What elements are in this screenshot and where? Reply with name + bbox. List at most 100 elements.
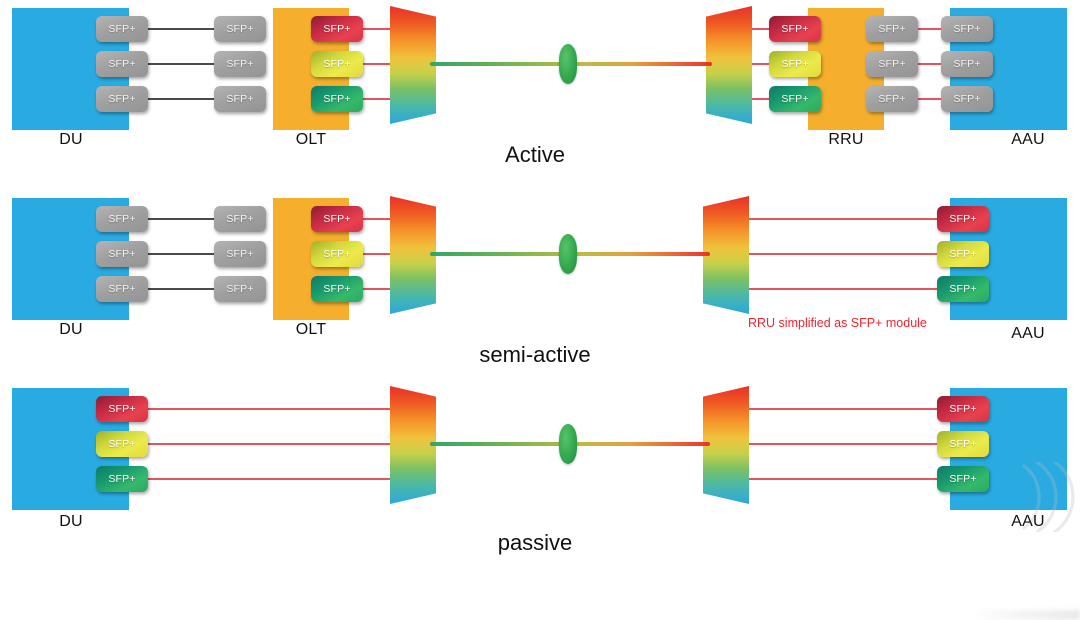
wire-du-olt-semi-1 [148,218,214,220]
sfp-label: SFP+ [226,93,254,105]
sfp-label: SFP+ [323,248,351,260]
sfp-olt-gray-semi-3[interactable]: SFP+ [214,276,266,302]
sfp-label: SFP+ [108,58,136,70]
sfp-aau-colored-passive-yellow[interactable]: SFP+ [937,431,989,457]
sfp-label: SFP+ [323,93,351,105]
sfp-du-port-semi-3[interactable]: SFP+ [96,276,148,302]
row-active: SFP+ SFP+ SFP+ SFP+ SFP+ SFP+ SFP+ SFP+ … [0,0,1080,180]
sfp-rru-gray-2[interactable]: SFP+ [866,51,918,77]
wire-rru-aau-1 [918,28,942,30]
sfp-label: SFP+ [226,23,254,35]
sfp-label: SFP+ [949,403,977,415]
sfp-aau-colored-passive-red[interactable]: SFP+ [937,396,989,422]
sfp-label: SFP+ [949,283,977,295]
sfp-olt-colored-green[interactable]: SFP+ [311,86,363,112]
fiber-spool-active [559,44,577,84]
sfp-label: SFP+ [878,58,906,70]
sfp-label: SFP+ [226,248,254,260]
wire-mux-aau-semi-2 [740,253,940,255]
sfp-label: SFP+ [781,58,809,70]
wdm-mux-right-active [706,6,752,124]
label-aau-semi: AAU [1011,325,1045,342]
wdm-mux-left-active [390,6,436,124]
sfp-rru-colored-red[interactable]: SFP+ [769,16,821,42]
wire-du-olt-semi-3 [148,288,214,290]
sfp-olt-colored-semi-green[interactable]: SFP+ [311,276,363,302]
sfp-du-port-semi-2[interactable]: SFP+ [96,241,148,267]
sfp-rru-gray-3[interactable]: SFP+ [866,86,918,112]
wdm-mux-right-passive [703,386,749,504]
diagram-canvas: SFP+ SFP+ SFP+ SFP+ SFP+ SFP+ SFP+ SFP+ … [0,0,1080,620]
sfp-label: SFP+ [323,213,351,225]
wire-du-olt-2 [148,63,214,65]
wire-mux-aau-passive-3 [740,478,940,480]
wire-mux-aau-semi-1 [740,218,940,220]
sfp-du-port-semi-1[interactable]: SFP+ [96,206,148,232]
wire-du-mux-passive-3 [148,478,396,480]
fiber-spool-passive [559,424,577,464]
wdm-mux-right-semi [703,196,749,314]
sfp-label: SFP+ [108,283,136,295]
sfp-label: SFP+ [226,283,254,295]
sfp-label: SFP+ [108,213,136,225]
sfp-rru-gray-1[interactable]: SFP+ [866,16,918,42]
sfp-label: SFP+ [323,23,351,35]
caption-semi-active: semi-active [479,342,591,367]
sfp-aau-colored-semi-red[interactable]: SFP+ [937,206,989,232]
sfp-olt-colored-yellow[interactable]: SFP+ [311,51,363,77]
sfp-rru-colored-green[interactable]: SFP+ [769,86,821,112]
sfp-label: SFP+ [108,23,136,35]
sfp-olt-colored-red[interactable]: SFP+ [311,16,363,42]
sfp-label: SFP+ [781,23,809,35]
sfp-aau-colored-semi-yellow[interactable]: SFP+ [937,241,989,267]
sfp-du-colored-passive-red[interactable]: SFP+ [96,396,148,422]
wire-du-olt-3 [148,98,214,100]
caption-active: Active [505,142,565,167]
sfp-olt-gray-semi-1[interactable]: SFP+ [214,206,266,232]
sfp-label: SFP+ [953,23,981,35]
sfp-label: SFP+ [878,93,906,105]
wire-du-mux-passive-2 [148,443,396,445]
sfp-du-port-3[interactable]: SFP+ [96,86,148,112]
sfp-aau-port-1[interactable]: SFP+ [941,16,993,42]
wire-mux-aau-passive-2 [740,443,940,445]
sfp-aau-port-2[interactable]: SFP+ [941,51,993,77]
sfp-label: SFP+ [953,93,981,105]
page-edge-shadow [970,610,1080,620]
wire-du-mux-passive-1 [148,408,396,410]
sfp-olt-colored-semi-red[interactable]: SFP+ [311,206,363,232]
label-du-active: DU [59,131,83,148]
wire-mux-aau-passive-1 [740,408,940,410]
sfp-du-colored-passive-yellow[interactable]: SFP+ [96,431,148,457]
wire-mux-aau-semi-3 [740,288,940,290]
wire-rru-aau-3 [918,98,942,100]
annotation-rru-simplified: RRU simplified as SFP+ module [748,316,927,330]
sfp-label: SFP+ [781,93,809,105]
sfp-label: SFP+ [323,283,351,295]
sfp-label: SFP+ [108,248,136,260]
label-du-passive: DU [59,513,83,530]
label-olt-active: OLT [295,131,327,148]
sfp-du-port-1[interactable]: SFP+ [96,16,148,42]
wire-du-olt-semi-2 [148,253,214,255]
sfp-aau-port-3[interactable]: SFP+ [941,86,993,112]
wdm-mux-left-passive [390,386,436,504]
sfp-olt-colored-semi-yellow[interactable]: SFP+ [311,241,363,267]
sfp-du-port-2[interactable]: SFP+ [96,51,148,77]
sfp-olt-gray-1[interactable]: SFP+ [214,16,266,42]
sfp-label: SFP+ [226,58,254,70]
label-aau-passive: AAU [1011,513,1045,530]
sfp-label: SFP+ [323,58,351,70]
sfp-label: SFP+ [949,248,977,260]
sfp-olt-gray-3[interactable]: SFP+ [214,86,266,112]
sfp-rru-colored-yellow[interactable]: SFP+ [769,51,821,77]
sfp-olt-gray-2[interactable]: SFP+ [214,51,266,77]
sfp-olt-gray-semi-2[interactable]: SFP+ [214,241,266,267]
sfp-aau-colored-passive-green[interactable]: SFP+ [937,466,989,492]
sfp-label: SFP+ [953,58,981,70]
sfp-label: SFP+ [878,23,906,35]
sfp-aau-colored-semi-green[interactable]: SFP+ [937,276,989,302]
sfp-label: SFP+ [108,473,136,485]
label-aau-active: AAU [1011,131,1045,148]
sfp-du-colored-passive-green[interactable]: SFP+ [96,466,148,492]
